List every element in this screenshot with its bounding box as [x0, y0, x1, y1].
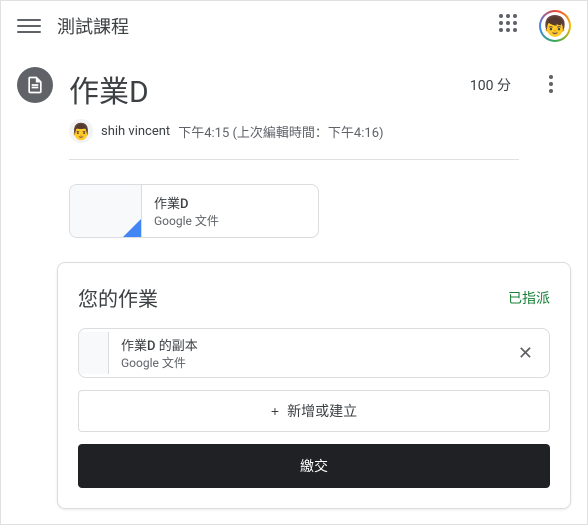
more-icon[interactable]: [539, 75, 563, 93]
attachment-title: 作業D: [154, 193, 219, 212]
divider: [69, 159, 519, 160]
add-button-label: 新增或建立: [287, 401, 357, 421]
author-name: shih vincent: [101, 124, 170, 139]
assignment-status: 已指派: [508, 288, 550, 308]
user-avatar[interactable]: 👦: [539, 10, 571, 42]
plus-icon: +: [271, 403, 279, 419]
assignment-icon: [17, 67, 53, 103]
student-attachment: 作業D 的副本 Google 文件 ✕: [78, 328, 550, 378]
attachment-type: Google 文件: [154, 212, 219, 229]
assignment-time: 下午4:15 (上次編輯時間：下午4:16): [178, 122, 383, 141]
assignment-title: 作業D: [69, 67, 454, 111]
student-attachment-title: 作業D 的副本: [121, 335, 490, 354]
student-attachment-type: Google 文件: [121, 354, 490, 371]
remove-attachment-button[interactable]: ✕: [502, 343, 549, 364]
attachment-thumbnail: [70, 185, 142, 237]
author-avatar: 👨: [69, 119, 93, 143]
apps-icon[interactable]: [499, 14, 523, 38]
course-title[interactable]: 測試課程: [57, 13, 499, 39]
assignment-score: 100 分: [470, 75, 511, 95]
your-work-title: 您的作業: [78, 283, 158, 312]
menu-icon[interactable]: [17, 14, 41, 38]
submit-button[interactable]: 繳交: [78, 444, 550, 488]
your-work-card: 您的作業 已指派 作業D 的副本 Google 文件 ✕ + 新增或建立 繳交: [57, 262, 571, 509]
add-create-button[interactable]: + 新增或建立: [78, 390, 550, 432]
student-attachment-link[interactable]: 作業D 的副本 Google 文件: [109, 329, 502, 377]
teacher-attachment[interactable]: 作業D Google 文件: [69, 184, 319, 238]
student-attachment-thumbnail: [79, 332, 109, 374]
